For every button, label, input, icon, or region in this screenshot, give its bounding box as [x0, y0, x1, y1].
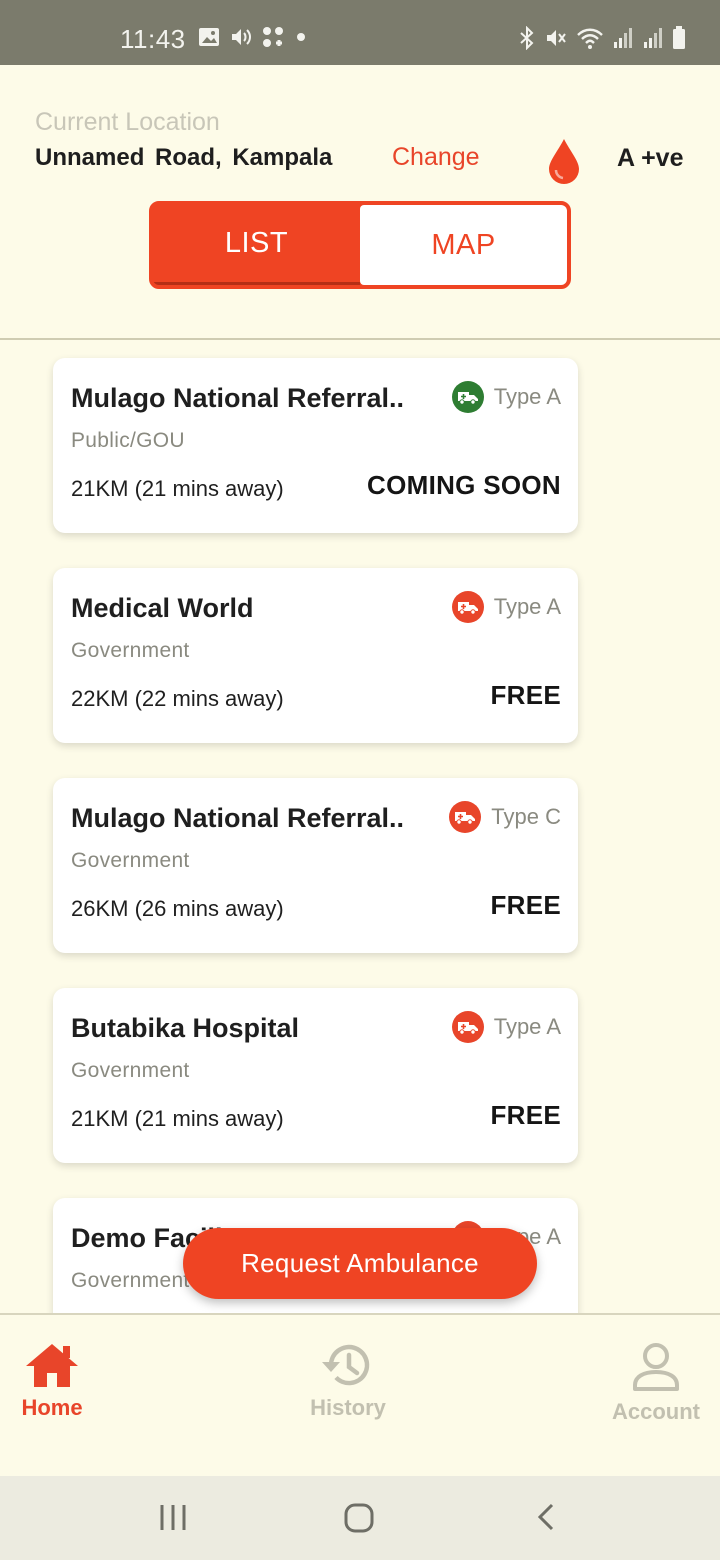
view-toggle: LIST MAP: [149, 201, 571, 289]
bottom-nav: Home History Account: [0, 1313, 720, 1476]
ambulance-icon: [451, 381, 484, 413]
battery-icon: [673, 26, 685, 49]
ambulance-icon: [451, 1011, 484, 1043]
change-location-link[interactable]: Change: [392, 143, 480, 172]
signal-icon: [614, 28, 632, 48]
blood-type-label: A +ve: [617, 144, 684, 172]
bluetooth-icon: [520, 26, 534, 50]
facility-ownership: Government: [71, 639, 190, 662]
facility-price: FREE: [490, 1100, 561, 1130]
nav-account[interactable]: Account: [606, 1341, 706, 1425]
ambulance-icon: [451, 591, 484, 623]
status-time: 11:43: [120, 24, 186, 54]
facility-name: Mulago National Referral..: [71, 803, 405, 833]
home-icon: [26, 1344, 78, 1387]
recents-icon[interactable]: [158, 1502, 188, 1532]
facility-name: Butabika Hospital: [71, 1013, 300, 1043]
facility-ownership: Government: [71, 1059, 190, 1082]
map-view-tab[interactable]: MAP: [360, 205, 567, 285]
location-caption: Current Location: [35, 108, 220, 136]
wifi-icon: [577, 28, 603, 49]
dots-icon: [263, 27, 283, 47]
ambulance-type: Type A: [451, 381, 561, 413]
facility-list[interactable]: Mulago National Referral.. Type A Public…: [0, 340, 720, 1313]
blood-drop-icon: [549, 139, 579, 184]
mute-icon: [547, 30, 566, 46]
facility-distance: 22KM (22 mins away): [71, 686, 284, 711]
signal-icon: [644, 28, 662, 48]
back-icon[interactable]: [535, 1502, 559, 1532]
ambulance-type: Type A: [451, 1011, 561, 1043]
ambulance-type-label: Type A: [493, 594, 561, 619]
facility-price: COMING SOON: [367, 470, 561, 500]
facility-ownership: Public/GOU: [71, 429, 185, 452]
nav-history-label: History: [310, 1395, 386, 1420]
facility-price: FREE: [490, 680, 561, 710]
status-bar: 11:43: [0, 0, 720, 65]
facility-distance: 21KM (21 mins away): [71, 476, 284, 501]
image-icon: [199, 28, 219, 46]
status-right-icons: [518, 26, 686, 50]
facility-distance: 21KM (21 mins away): [71, 1106, 284, 1131]
request-ambulance-button[interactable]: Request Ambulance: [183, 1228, 537, 1299]
ambulance-type: Type A: [451, 591, 561, 623]
ambulance-icon: [449, 801, 482, 833]
location-header: Current Location Unnamed Road, Kampala C…: [0, 65, 720, 340]
nav-home[interactable]: Home: [12, 1341, 92, 1421]
facility-distance: 26KM (26 mins away): [71, 896, 284, 921]
facility-card[interactable]: Medical World Type A Government 22KM (22…: [53, 568, 578, 743]
history-icon: [322, 1344, 370, 1386]
nav-home-label: Home: [21, 1395, 83, 1420]
volume-icon: [232, 29, 251, 45]
facility-name: Mulago National Referral..: [71, 383, 405, 413]
list-view-tab[interactable]: LIST: [153, 205, 360, 285]
location-address: Unnamed Road, Kampala: [35, 144, 333, 171]
account-icon: [633, 1343, 679, 1391]
facility-card[interactable]: Mulago National Referral.. Type C Govern…: [53, 778, 578, 953]
facility-card[interactable]: Mulago National Referral.. Type A Public…: [53, 358, 578, 533]
facility-ownership: Government: [71, 849, 190, 872]
dot-icon: [297, 33, 305, 41]
facility-name: Medical World: [71, 593, 254, 623]
ambulance-type-label: Type A: [493, 1014, 561, 1039]
nav-account-label: Account: [612, 1399, 700, 1424]
status-left-icons: [198, 26, 308, 48]
ambulance-type-label: Type A: [493, 384, 561, 409]
ambulance-type-label: Type C: [491, 804, 561, 829]
facility-price: FREE: [490, 890, 561, 920]
ambulance-type: Type C: [449, 801, 561, 833]
system-nav-bar: [0, 1476, 720, 1560]
facility-ownership: Government: [71, 1269, 190, 1292]
nav-history[interactable]: History: [300, 1341, 396, 1421]
home-circle-icon[interactable]: [343, 1502, 375, 1534]
facility-card[interactable]: Butabika Hospital Type A Government 21KM…: [53, 988, 578, 1163]
